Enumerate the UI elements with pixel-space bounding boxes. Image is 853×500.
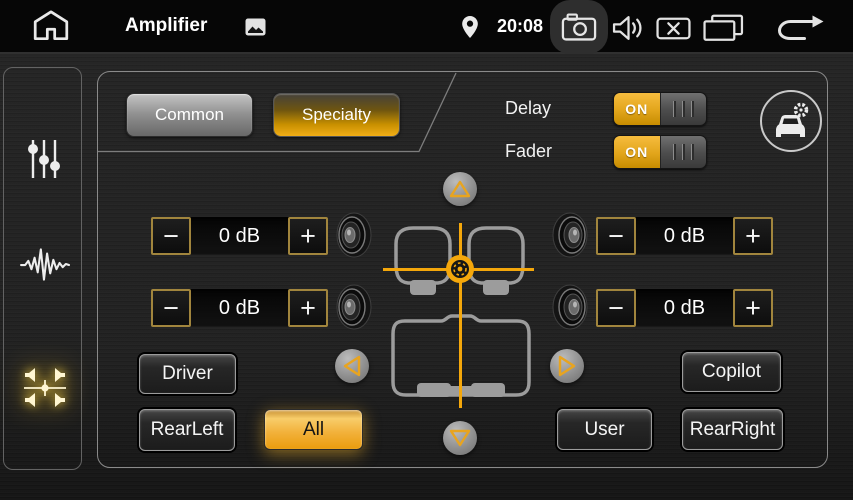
balance-right-button[interactable] [550,349,584,383]
zone-driver-label: Driver [162,363,213,385]
tab-specialty[interactable]: Specialty [273,93,400,137]
gain-minus-rear-right[interactable]: − [596,289,636,327]
head-unit-screen: Amplifier 20:08 [0,0,853,500]
zone-user-label: User [584,419,624,441]
balance-left-button[interactable] [335,349,369,383]
fader-panel: Common Specialty Delay ON Fader ON 0 dB [97,71,828,468]
sidebar [3,67,82,470]
delay-toggle-on-label: ON [614,93,660,125]
car-settings-button[interactable] [760,90,822,152]
arrow-up-icon [448,179,472,199]
zone-rearright-label: RearRight [690,419,776,441]
zone-rearleft-label: RearLeft [151,419,224,441]
gain-minus-front-right[interactable]: − [596,217,636,255]
gain-row-rear-left: 0 dB − + [151,289,328,327]
fader-down-button[interactable] [443,421,477,455]
zone-user-button[interactable]: User [557,409,652,450]
speaker-rear-left-icon [335,284,373,330]
home-icon[interactable] [31,8,71,42]
arrow-left-icon [342,354,362,378]
volume-icon[interactable] [612,15,645,41]
gain-minus-front-left[interactable]: − [151,217,191,255]
recent-apps-icon[interactable] [703,14,744,41]
page-title: Amplifier [125,0,207,52]
speaker-rear-right-icon [551,284,589,330]
fader-toggle[interactable]: ON [613,135,707,169]
equalizer-icon[interactable] [26,138,62,180]
zone-rearright-button[interactable]: RearRight [682,409,783,450]
arrow-right-icon [557,354,577,378]
gain-minus-rear-left[interactable]: − [151,289,191,327]
zone-all-label: All [303,419,324,441]
car-settings-icon [768,99,814,143]
delay-label: Delay [505,98,605,119]
close-window-icon[interactable] [656,17,691,40]
zone-copilot-button[interactable]: Copilot [682,352,781,392]
location-pin-icon [461,15,479,39]
delay-toggle-knob [660,93,707,125]
gain-plus-front-left[interactable]: + [288,217,328,255]
gain-row-rear-right: 0 dB − + [596,289,773,327]
fader-toggle-on-label: ON [614,136,660,168]
gain-row-front-left: 0 dB − + [151,217,328,255]
zone-copilot-label: Copilot [702,361,761,383]
fader-balance-icon[interactable] [23,366,67,410]
tab-common-label: Common [155,105,224,125]
camera-button[interactable] [550,0,608,54]
zone-driver-button[interactable]: Driver [139,354,236,394]
fader-up-button[interactable] [443,172,477,206]
gain-plus-rear-left[interactable]: + [288,289,328,327]
status-bar: Amplifier 20:08 [0,0,853,54]
crosshair-target[interactable] [442,251,478,287]
fader-toggle-knob [660,136,707,168]
sound-effects-icon[interactable] [20,245,70,283]
zone-rearleft-button[interactable]: RearLeft [139,409,235,451]
image-icon[interactable] [245,18,266,36]
tab-specialty-label: Specialty [302,105,371,125]
gain-row-front-right: 0 dB − + [596,217,773,255]
arrow-down-icon [448,428,472,448]
back-icon[interactable] [776,15,825,41]
delay-toggle[interactable]: ON [613,92,707,126]
clock: 20:08 [497,0,543,52]
gain-plus-rear-right[interactable]: + [733,289,773,327]
camera-icon [561,13,597,41]
gain-plus-front-right[interactable]: + [733,217,773,255]
fader-label: Fader [505,141,605,162]
speaker-front-right-icon [551,212,589,258]
zone-all-button[interactable]: All [264,409,363,450]
speaker-front-left-icon [335,212,373,258]
tab-common[interactable]: Common [126,93,253,137]
